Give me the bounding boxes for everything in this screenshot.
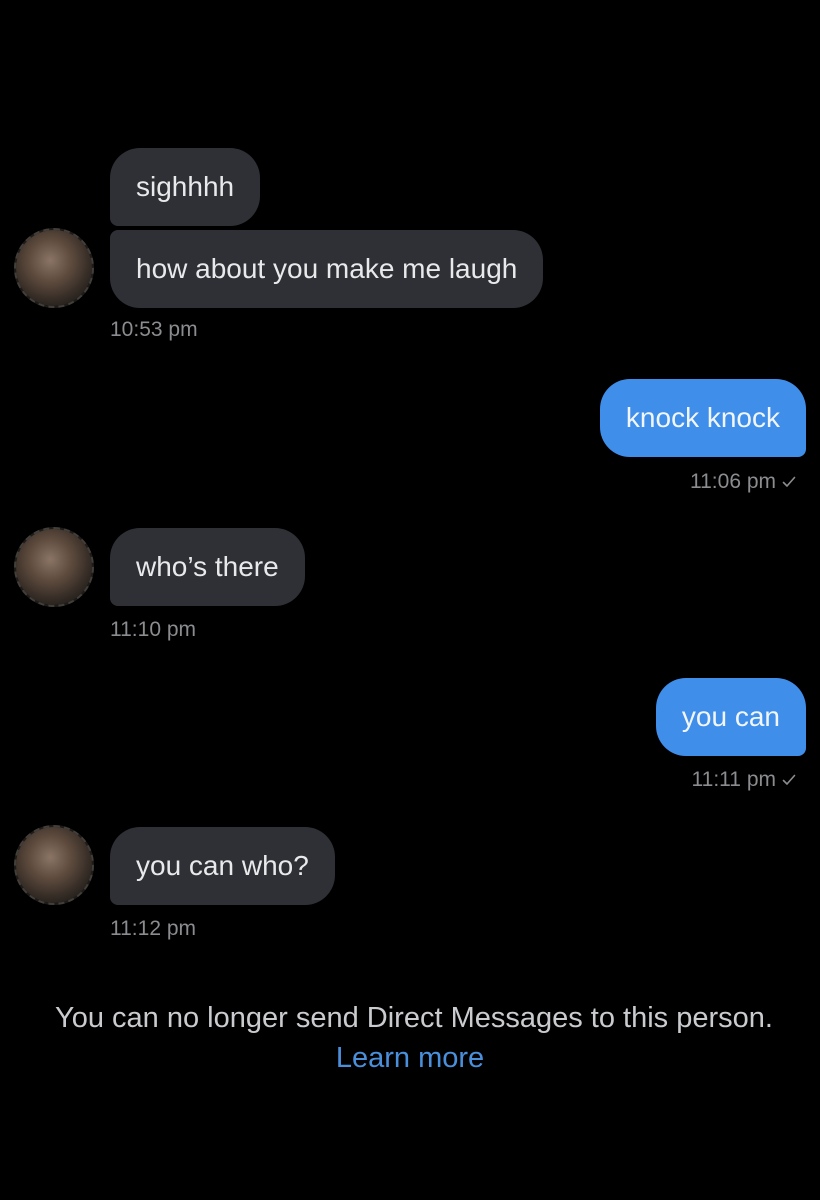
message-bubble-incoming[interactable]: who’s there [110, 528, 305, 606]
learn-more-link[interactable]: Learn more [0, 1038, 820, 1078]
message-timestamp: 11:11 pm [692, 768, 796, 792]
avatar[interactable] [14, 527, 94, 607]
message-timestamp: 11:10 pm [110, 618, 196, 641]
checkmark-icon [782, 774, 796, 785]
checkmark-icon [782, 476, 796, 487]
message-bubble-incoming[interactable]: you can who? [110, 827, 335, 905]
message-bubble-incoming[interactable]: how about you make me laugh [110, 230, 544, 308]
avatar[interactable] [14, 825, 94, 905]
avatar[interactable] [14, 228, 94, 308]
message-timestamp: 11:06 pm [690, 470, 796, 494]
dm-conversation: sighhhh how about you make me laugh 10:5… [0, 0, 820, 1200]
message-bubble-outgoing[interactable]: knock knock [599, 379, 806, 457]
dm-disabled-notice: You can no longer send Direct Messages t… [55, 1002, 773, 1034]
message-timestamp-text: 11:11 pm [691, 768, 776, 791]
message-timestamp: 11:12 pm [110, 917, 196, 940]
message-timestamp: 10:53 pm [110, 318, 198, 341]
message-bubble-outgoing[interactable]: you can [655, 678, 806, 756]
message-timestamp-text: 11:06 pm [690, 470, 776, 493]
message-bubble-incoming[interactable]: sighhhh [110, 148, 261, 226]
